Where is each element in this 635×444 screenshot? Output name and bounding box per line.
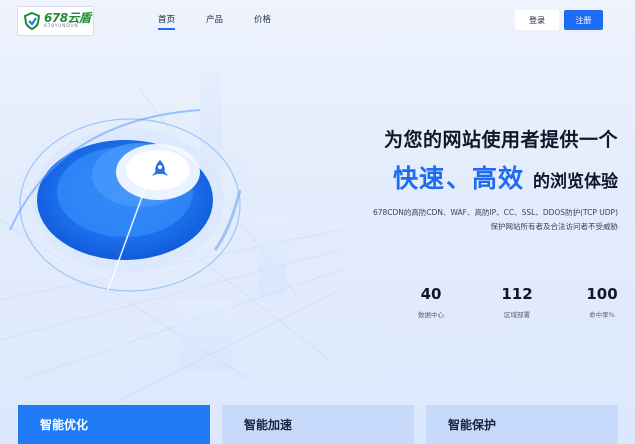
main-nav: 首页 产品 价格 bbox=[158, 13, 302, 30]
logo-subtitle: 678YUNDUN bbox=[44, 24, 79, 30]
stat-data-centers: 40 数据中心 bbox=[401, 285, 461, 319]
stat-value: 100 bbox=[586, 285, 618, 303]
stat-value: 112 bbox=[501, 285, 533, 303]
hero-desc-line2: 保护网站所有者及合法访问者不受威胁 bbox=[490, 222, 619, 231]
feature-tabs: 智能优化 智能加速 智能保护 bbox=[0, 405, 635, 444]
stat-hit-rate: 100 命中率% bbox=[572, 285, 632, 319]
tab-smart-optimize[interactable]: 智能优化 bbox=[18, 405, 210, 444]
register-button[interactable]: 注册 bbox=[564, 10, 603, 30]
login-button[interactable]: 登录 bbox=[515, 10, 559, 30]
stat-value: 40 bbox=[420, 285, 442, 303]
nav-item-products[interactable]: 产品 bbox=[206, 13, 223, 25]
hero-title-line1: 为您的网站使用者提供一个 bbox=[383, 129, 618, 151]
hero-desc-line1: 678CDN的高防CDN、WAF、高防IP、CC、SSL、DDOS防护(TCP … bbox=[372, 208, 618, 217]
hero-description: 678CDN的高防CDN、WAF、高防IP、CC、SSL、DDOS防护(TCP … bbox=[373, 206, 618, 234]
hero-highlight-fast: 快速 bbox=[392, 164, 445, 193]
logo-title: 678云盾 bbox=[44, 11, 91, 26]
hero-title-line2: 快速 、 高效 的浏览体验 bbox=[393, 159, 618, 195]
tab-smart-accelerate[interactable]: 智能加速 bbox=[222, 405, 414, 444]
nav-item-home[interactable]: 首页 bbox=[158, 13, 176, 30]
stat-label: 区域部署 bbox=[504, 311, 530, 319]
hero-highlight-efficient: 高效 bbox=[471, 164, 524, 193]
shield-icon bbox=[23, 11, 41, 31]
site-logo[interactable]: 678云盾 678YUNDUN bbox=[17, 6, 94, 36]
stat-label: 命中率% bbox=[589, 311, 615, 319]
hero-title-tail: 的浏览体验 bbox=[533, 172, 618, 192]
stat-label: 数据中心 bbox=[418, 311, 444, 319]
hero-highlight-separator: 、 bbox=[445, 164, 471, 193]
tab-smart-protect[interactable]: 智能保护 bbox=[426, 405, 618, 444]
nav-item-pricing[interactable]: 价格 bbox=[254, 13, 271, 25]
stat-regions: 112 区域部署 bbox=[487, 285, 547, 319]
top-header: 678云盾 678YUNDUN 首页 产品 价格 登录 注册 bbox=[0, 0, 635, 42]
